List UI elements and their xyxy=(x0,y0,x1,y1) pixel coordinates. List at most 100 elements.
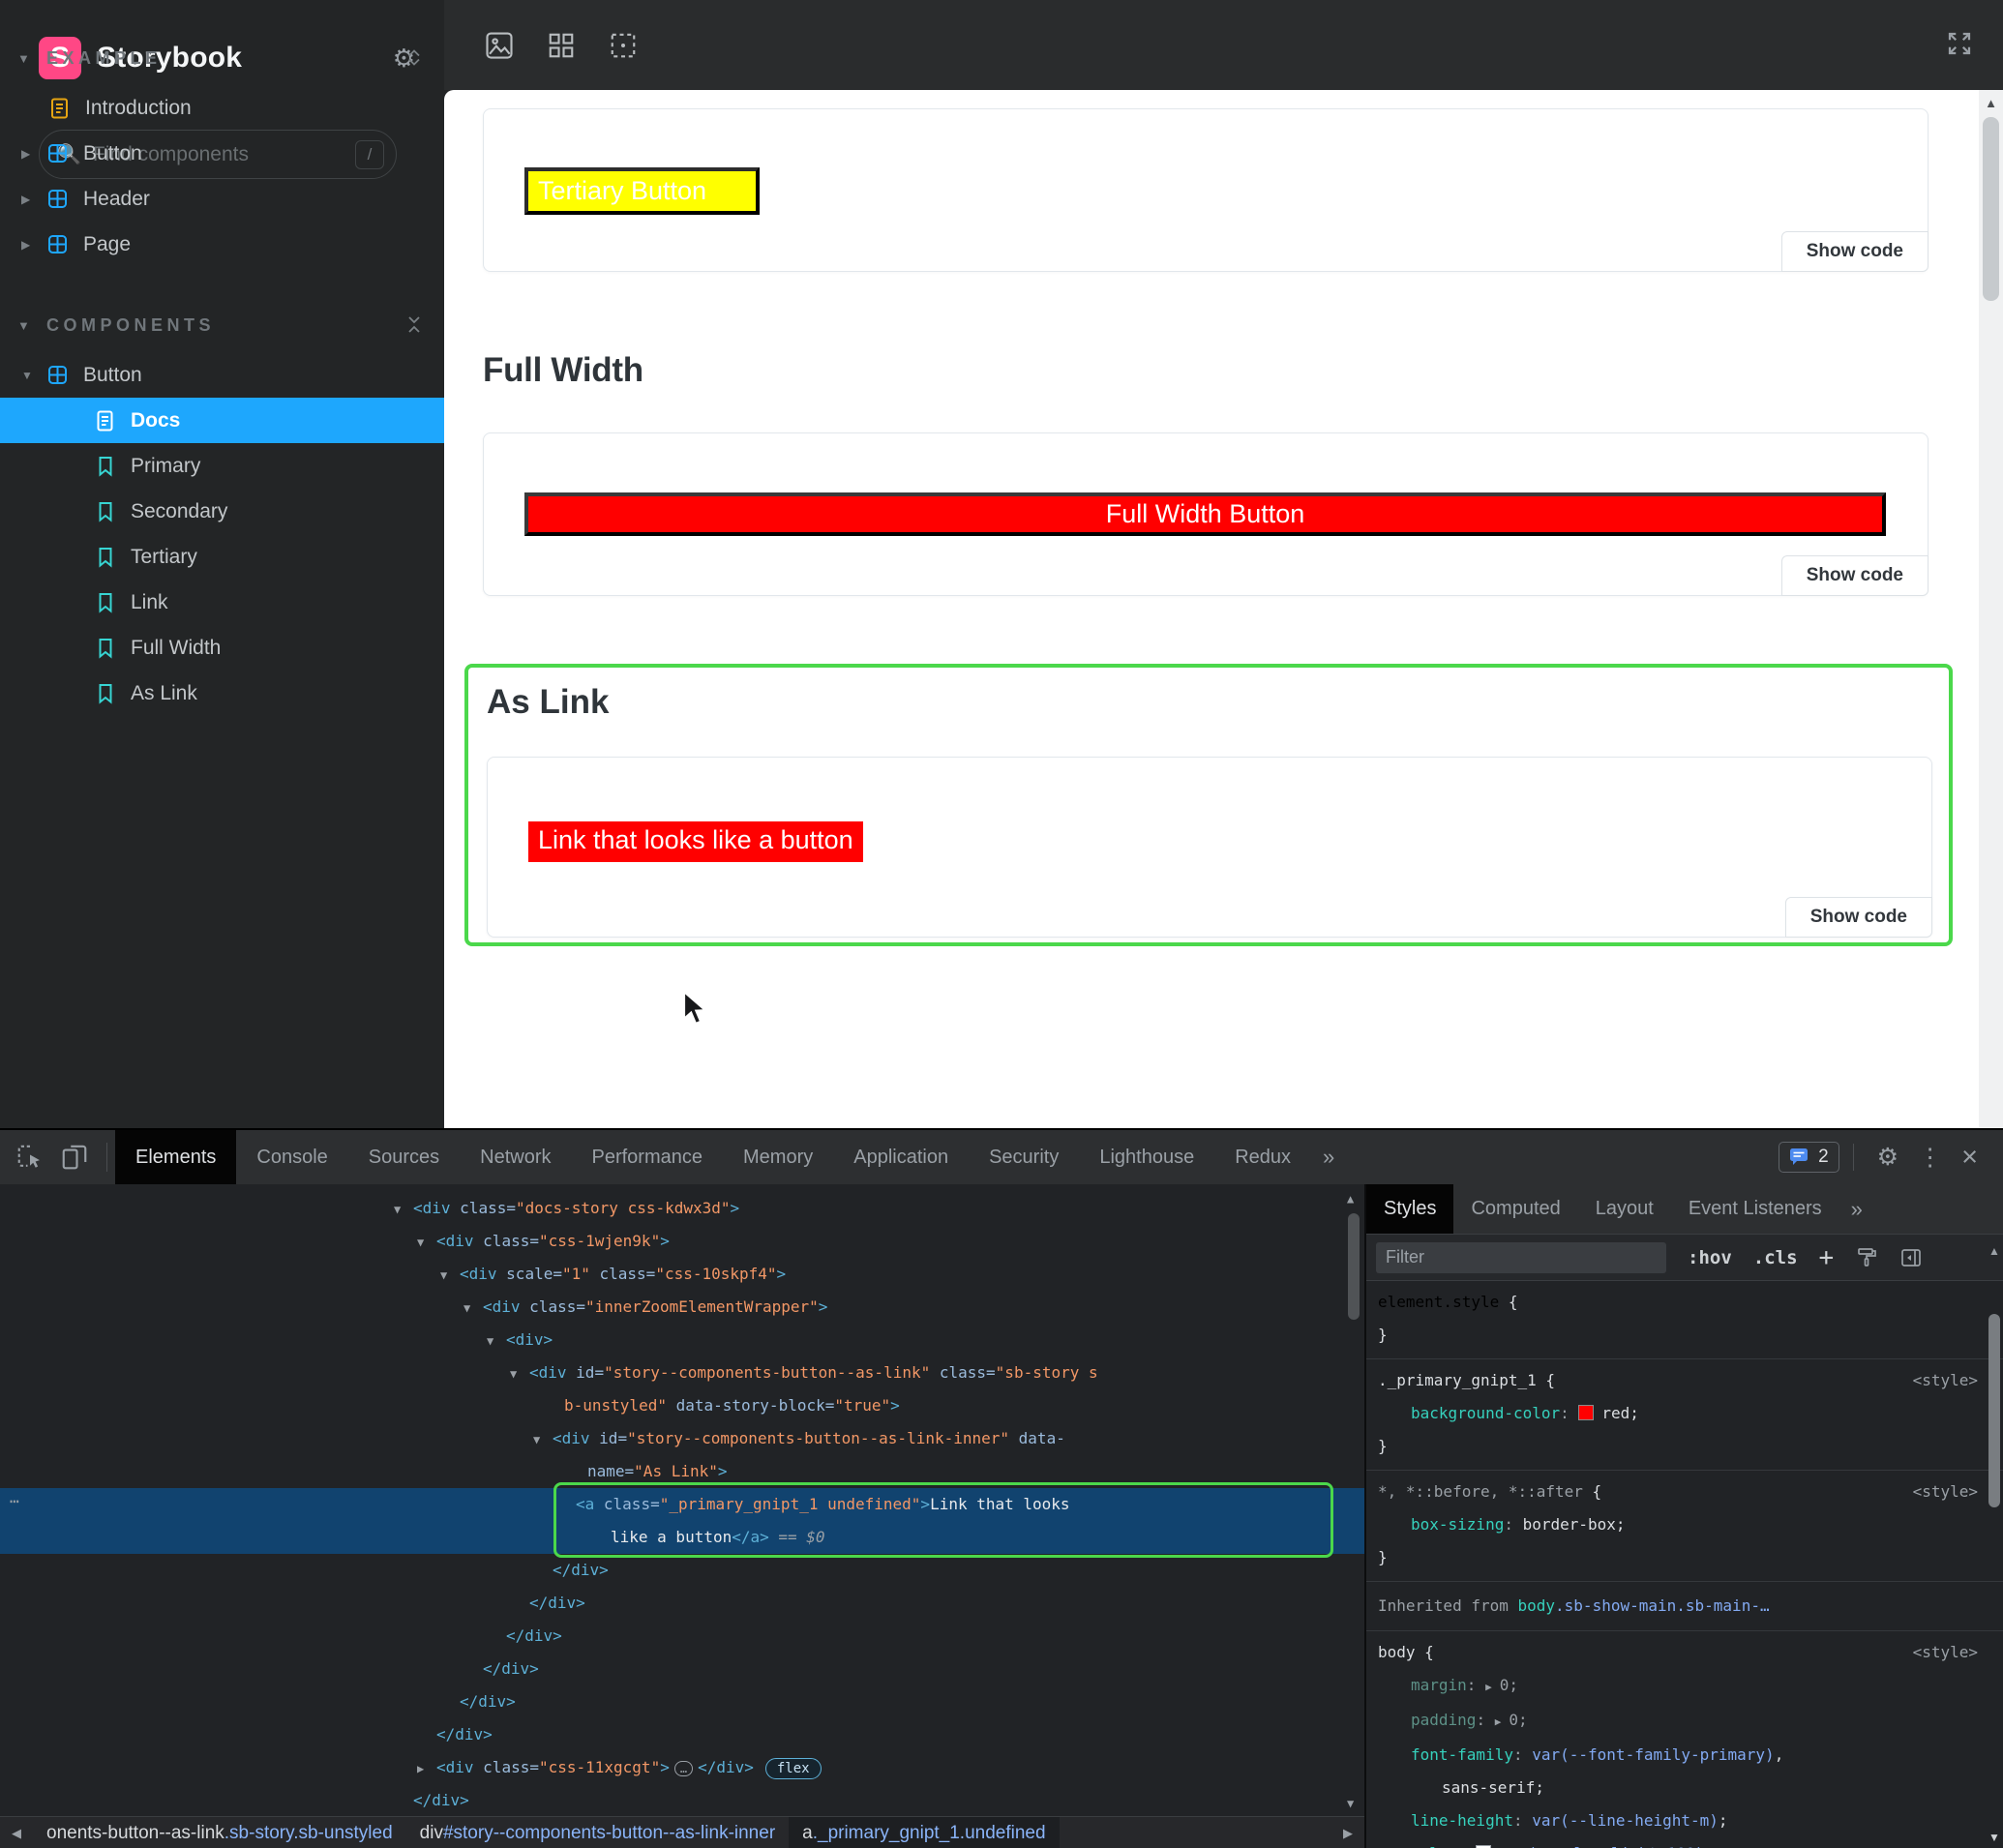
scroll-down-icon[interactable]: ▼ xyxy=(1988,1831,2000,1844)
styles-scrollbar[interactable]: ▲ ▼ xyxy=(1986,1238,2003,1848)
sidebar-item-header[interactable]: ▶Header xyxy=(0,176,444,222)
scroll-up-icon[interactable]: ▲ xyxy=(1988,1244,2000,1258)
image-tool-icon[interactable] xyxy=(485,31,514,60)
style-rule[interactable]: <style>._primary_gnipt_1 {background-col… xyxy=(1366,1359,2003,1471)
more-tabs-chevron[interactable]: » xyxy=(1839,1184,1874,1234)
dom-node[interactable]: ▼<div class="innerZoomElementWrapper"> xyxy=(0,1291,1364,1324)
sidebar-item-secondary[interactable]: Secondary xyxy=(0,489,444,534)
style-origin[interactable]: <style> xyxy=(1913,1636,1978,1669)
inspect-element-icon[interactable] xyxy=(15,1143,45,1172)
show-code-button[interactable]: Show code xyxy=(1781,231,1928,272)
dom-node[interactable]: b-unstyled" data-story-block="true"> xyxy=(0,1389,1364,1422)
devtools-tab-console[interactable]: Console xyxy=(236,1130,347,1184)
devtools-tab-performance[interactable]: Performance xyxy=(572,1130,724,1184)
show-code-button[interactable]: Show code xyxy=(1781,555,1928,596)
tree-expander-icon[interactable]: ▼ xyxy=(394,1193,413,1226)
dom-node-selected[interactable]: like a button</a> == $0 xyxy=(0,1521,1364,1554)
selected-row-ellipsis[interactable]: ⋯ xyxy=(10,1492,20,1510)
tree-expander-icon[interactable]: ▼ xyxy=(440,1259,460,1292)
dom-node[interactable]: ▼<div class="docs-story css-kdwx3d"> xyxy=(0,1192,1364,1225)
dom-node[interactable]: </div> xyxy=(0,1653,1364,1685)
kebab-menu-icon[interactable]: ⋮ xyxy=(1918,1143,1942,1172)
css-property[interactable]: margin: ▶0; xyxy=(1378,1669,2003,1704)
tree-expander-icon[interactable]: ▶ xyxy=(417,1752,436,1785)
expand-icon[interactable]: ▶ xyxy=(1495,1715,1502,1728)
dom-node[interactable]: ▼<div id="story--components-button--as-l… xyxy=(0,1356,1364,1389)
style-rule[interactable]: <style>body {margin: ▶0;padding: ▶0;font… xyxy=(1366,1631,2003,1848)
dom-node[interactable]: ▶<div class="css-11xgcgt">…</div>flex xyxy=(0,1751,1364,1784)
devtools-tab-network[interactable]: Network xyxy=(460,1130,571,1184)
dom-node[interactable]: </div> xyxy=(0,1554,1364,1587)
sidebar-item-tertiary[interactable]: Tertiary xyxy=(0,534,444,580)
close-icon[interactable]: × xyxy=(1961,1142,1978,1174)
caret-right-icon[interactable]: ▶ xyxy=(21,238,37,252)
dom-node[interactable]: ▼<div> xyxy=(0,1324,1364,1356)
sidebar-item-as-link[interactable]: As Link xyxy=(0,671,444,716)
grid-tool-icon[interactable] xyxy=(547,31,576,60)
scrollbar-thumb[interactable] xyxy=(1983,117,1999,301)
scrollbar-thumb[interactable] xyxy=(1348,1213,1360,1320)
expand-all-icon[interactable] xyxy=(404,46,425,68)
tertiary-button[interactable]: Tertiary Button xyxy=(524,167,760,215)
scroll-down-icon[interactable]: ▼ xyxy=(1347,1797,1354,1810)
style-rule[interactable]: element.style {} xyxy=(1366,1281,2003,1359)
sidebar-item-button[interactable]: ▶Button xyxy=(0,131,444,176)
styles-tab-styles[interactable]: Styles xyxy=(1366,1184,1453,1234)
scroll-up-icon[interactable]: ▲ xyxy=(1979,90,2003,110)
sidebar-item-page[interactable]: ▶Page xyxy=(0,222,444,267)
dom-node[interactable]: </div> xyxy=(0,1784,1364,1816)
sidebar-item-docs[interactable]: Docs xyxy=(0,398,444,443)
section-header-components[interactable]: ▼COMPONENTS xyxy=(0,312,444,339)
canvas-scrollbar[interactable]: ▲ xyxy=(1979,90,2003,1128)
styles-filter-input[interactable] xyxy=(1376,1242,1666,1273)
sidebar-item-primary[interactable]: Primary xyxy=(0,443,444,489)
devtools-tab-security[interactable]: Security xyxy=(969,1130,1079,1184)
scrollbar-thumb[interactable] xyxy=(1988,1314,2000,1507)
style-origin[interactable]: <style> xyxy=(1913,1475,1978,1508)
css-property[interactable]: color: var(--color-light-100); xyxy=(1378,1837,2003,1848)
breadcrumb-crumb[interactable]: a._primary_gnipt_1.undefined xyxy=(789,1817,1059,1848)
css-property[interactable]: padding: ▶0; xyxy=(1378,1704,2003,1739)
dom-node[interactable]: </div> xyxy=(0,1587,1364,1620)
css-property[interactable]: line-height: var(--line-height-m); xyxy=(1378,1804,2003,1837)
caret-down-icon[interactable]: ▼ xyxy=(21,369,37,382)
tree-expander-icon[interactable]: ▼ xyxy=(533,1423,553,1456)
tree-expander-icon[interactable]: ▼ xyxy=(487,1325,506,1357)
collapse-all-icon[interactable] xyxy=(404,313,425,335)
show-code-button[interactable]: Show code xyxy=(1785,897,1932,938)
section-header-example[interactable]: ▼EXAMPLE xyxy=(0,45,444,72)
css-property[interactable]: font-family: var(--font-family-primary), xyxy=(1378,1739,2003,1772)
elements-scrollbar[interactable]: ▲ ▼ xyxy=(1345,1184,1362,1816)
sidebar-item-button[interactable]: ▼Button xyxy=(0,352,444,398)
dom-node[interactable]: ▼<div id="story--components-button--as-l… xyxy=(0,1422,1364,1455)
breadcrumb-left-icon[interactable]: ◀ xyxy=(0,1826,33,1841)
tree-expander-icon[interactable]: ▼ xyxy=(417,1226,436,1259)
devtools-tab-memory[interactable]: Memory xyxy=(723,1130,833,1184)
link-styled-as-button[interactable]: Link that looks like a button xyxy=(528,821,863,862)
sidebar-item-link[interactable]: Link xyxy=(0,580,444,625)
expand-icon[interactable]: ▶ xyxy=(1485,1681,1492,1693)
toggle-class-button[interactable]: .cls xyxy=(1753,1247,1798,1268)
full-width-button[interactable]: Full Width Button xyxy=(524,492,1886,536)
dom-node[interactable]: ▼<div scale="1" class="css-10skpf4"> xyxy=(0,1258,1364,1291)
tree-expander-icon[interactable]: ▼ xyxy=(463,1292,483,1325)
caret-right-icon[interactable]: ▶ xyxy=(21,147,37,161)
dom-node[interactable]: </div> xyxy=(0,1718,1364,1751)
issues-badge[interactable]: 2 xyxy=(1779,1142,1839,1173)
devtools-tab-redux[interactable]: Redux xyxy=(1214,1130,1311,1184)
style-origin[interactable]: <style> xyxy=(1913,1364,1978,1397)
tree-expander-icon[interactable]: ▼ xyxy=(510,1357,529,1390)
more-tabs-chevron[interactable]: » xyxy=(1311,1130,1346,1184)
dom-node-selected[interactable]: <a class="_primary_gnipt_1 undefined">Li… xyxy=(0,1488,1364,1521)
new-style-rule-button[interactable]: + xyxy=(1819,1243,1835,1272)
sidebar-item-full-width[interactable]: Full Width xyxy=(0,625,444,671)
dom-node[interactable]: </div> xyxy=(0,1620,1364,1653)
caret-down-icon[interactable]: ▼ xyxy=(17,51,46,66)
styles-tab-layout[interactable]: Layout xyxy=(1578,1184,1671,1234)
breadcrumb-right-icon[interactable]: ▶ xyxy=(1331,1826,1364,1841)
measure-tool-icon[interactable] xyxy=(609,31,638,60)
breadcrumb-crumb[interactable]: onents-button--as-link.sb-story.sb-unsty… xyxy=(33,1817,406,1848)
dom-node[interactable]: name="As Link"> xyxy=(0,1455,1364,1488)
scroll-up-icon[interactable]: ▲ xyxy=(1347,1192,1354,1206)
settings-gear-icon[interactable]: ⚙ xyxy=(1877,1143,1898,1172)
